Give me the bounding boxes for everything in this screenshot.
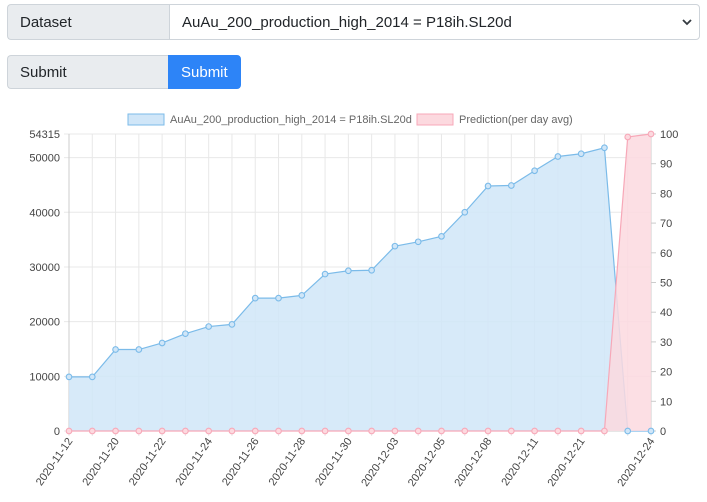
- series-actual-point: [158, 339, 166, 347]
- y-right-tick-label: 80: [660, 188, 672, 200]
- y-left-tick-label: 40000: [29, 207, 60, 219]
- series-prediction-point: [368, 427, 375, 435]
- series-prediction-point: [135, 427, 143, 435]
- series-actual-point: [345, 267, 352, 275]
- series-actual-point: [554, 153, 562, 160]
- series-prediction-point: [624, 133, 632, 141]
- series-prediction-point: [577, 427, 585, 435]
- chart: 0 10000 20000 30000 40000 50000 54315 0 10 20 30 40…: [29, 113, 678, 489]
- series-actual-point: [391, 242, 399, 250]
- series-prediction-point: [507, 427, 515, 435]
- y-right-tick-label: 90: [660, 159, 672, 171]
- series-prediction-point: [391, 427, 399, 435]
- series-actual-point: [321, 270, 329, 278]
- y-left-tick-label: 0: [54, 426, 60, 438]
- series-prediction-point: [228, 427, 236, 435]
- x-tick-label: 2020-12-03: [359, 436, 401, 489]
- legend-prediction-swatch: [416, 113, 454, 126]
- x-tick-label: 2020-11-26: [220, 436, 262, 488]
- chevron-down-icon: [682, 19, 692, 26]
- series-actual-point: [438, 232, 445, 240]
- series-actual-point: [182, 330, 189, 338]
- series-prediction-point: [438, 427, 445, 435]
- series-actual-point: [135, 346, 143, 353]
- x-tick-label: 2020-12-05: [406, 436, 448, 489]
- series-prediction-point: [251, 427, 259, 435]
- series-prediction-point: [321, 427, 329, 435]
- series-prediction-point: [414, 427, 422, 435]
- series-actual-point: [601, 144, 608, 152]
- x-tick-label: 2020-12-24: [615, 436, 657, 489]
- series-prediction-point: [531, 427, 538, 435]
- series-actual-point: [577, 150, 585, 158]
- submit-button[interactable]: Submit: [168, 55, 241, 89]
- legend-actual-label: AuAu_200_production_high_2014 = P18ih.SL…: [170, 114, 412, 126]
- dataset-row: Dataset AuAu_200_production_high_2014 = …: [7, 4, 700, 40]
- y-right-tick-label: 50: [660, 278, 672, 290]
- series-actual-point: [251, 294, 259, 302]
- series-prediction-point: [205, 427, 213, 435]
- y-right-tick-label: 40: [660, 307, 672, 319]
- series-prediction-point: [275, 427, 282, 435]
- x-tick-label: 2020-11-28: [267, 436, 309, 488]
- series-actual-point: [484, 182, 492, 190]
- x-tick-label: 2020-12-08: [452, 436, 494, 489]
- series-prediction-point: [112, 427, 119, 435]
- y-left-tick-label: 20000: [29, 317, 60, 329]
- series-prediction-point: [298, 427, 306, 435]
- series-actual-point: [507, 182, 515, 189]
- series-actual-point: [275, 294, 282, 302]
- x-tick-label: 2020-12-21: [546, 436, 588, 489]
- x-tick-label: 2020-11-30: [313, 436, 355, 488]
- series-actual-point: [624, 427, 632, 435]
- y-right-tick-label: 10: [660, 396, 672, 408]
- series-prediction-point: [554, 427, 562, 435]
- series-prediction-point: [88, 427, 96, 435]
- dataset-select[interactable]: AuAu_200_production_high_2014 = P18ih.SL…: [169, 4, 700, 40]
- series-actual-point: [112, 346, 119, 353]
- series-actual-point: [414, 238, 422, 246]
- y-right-tick-label: 30: [660, 337, 672, 349]
- x-tick-label: 2020-11-20: [80, 436, 122, 488]
- series-actual-point: [531, 167, 538, 175]
- submit-label: Submit: [7, 55, 168, 89]
- series-actual-point: [228, 321, 236, 328]
- x-tick-label: 2020-11-22: [127, 436, 169, 488]
- x-tick-label: 2020-11-24: [174, 436, 216, 488]
- y-left-tick-label: 54315: [29, 129, 60, 141]
- series-prediction-point: [65, 427, 73, 435]
- y-right-tick-label: 60: [660, 248, 672, 260]
- y-right-tick-label: 20: [660, 367, 672, 379]
- submit-row: Submit Submit: [7, 54, 241, 90]
- series-actual-point: [205, 323, 213, 330]
- x-tick-label: 2020-11-12: [34, 436, 76, 488]
- series-prediction-point: [484, 427, 492, 435]
- x-tick-label: 2020-12-11: [499, 436, 541, 488]
- series-prediction-point: [182, 427, 189, 435]
- series-actual-point: [647, 427, 655, 435]
- y-left-tick-label: 10000: [29, 371, 60, 383]
- series-prediction-point: [345, 427, 352, 435]
- series-prediction-point: [461, 427, 469, 435]
- y-left-tick-label: 50000: [29, 153, 60, 165]
- series-actual-point: [88, 373, 96, 381]
- series-prediction-point: [158, 427, 166, 435]
- dataset-label: Dataset: [7, 4, 169, 40]
- legend-prediction-label: Prediction(per day avg): [459, 114, 573, 126]
- y-left-tick-label: 30000: [29, 262, 60, 274]
- series-actual-point: [368, 266, 375, 274]
- y-right-tick-label: 70: [660, 218, 672, 230]
- series-actual-point: [298, 292, 306, 299]
- series-prediction-point: [647, 130, 655, 138]
- legend-actual-swatch: [127, 113, 165, 126]
- series-prediction-point: [601, 427, 608, 435]
- series-actual-point: [461, 208, 469, 216]
- dataset-select-value: AuAu_200_production_high_2014 = P18ih.SL…: [182, 13, 512, 31]
- y-right-tick-label: 100: [660, 129, 678, 141]
- y-right-tick-label: 0: [660, 426, 666, 438]
- series-actual-point: [65, 373, 73, 381]
- series-actual-area: [69, 147, 651, 432]
